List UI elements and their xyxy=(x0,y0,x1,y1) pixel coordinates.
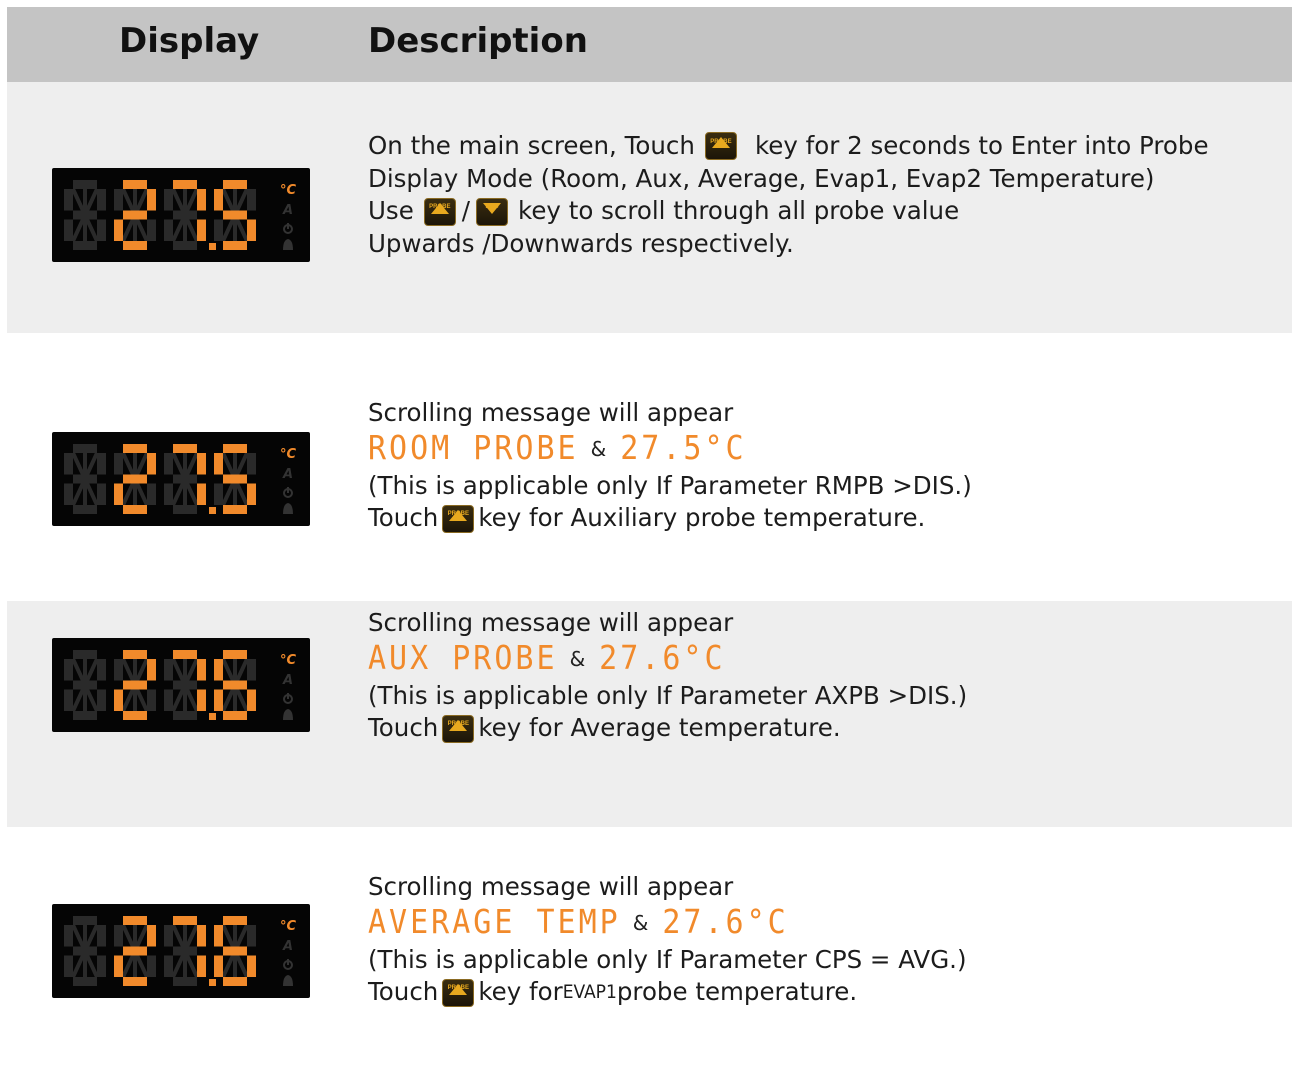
description-text: Touch xyxy=(368,503,439,533)
lcd-display: °C A xyxy=(52,432,310,526)
svg-text:°C: °C xyxy=(280,183,297,198)
table-row: °C A Scrolling message will appear ROOM P… xyxy=(7,333,1292,601)
svg-text:A: A xyxy=(282,673,293,688)
description-text: probe temperature. xyxy=(616,977,858,1007)
ampersand: & xyxy=(590,437,607,462)
display-column-header: Display xyxy=(119,21,260,61)
evap1-label: EVAP1 xyxy=(562,981,617,1004)
table-row: °C A On the main screen, Touch PROBE key … xyxy=(7,82,1292,333)
description-text: key for xyxy=(478,977,563,1007)
description-text: Touch xyxy=(368,713,439,743)
description-text: key for 2 seconds to Enter into Probe xyxy=(754,131,1209,160)
description-text: Scrolling message will appear xyxy=(368,398,734,427)
svg-text:A: A xyxy=(282,467,293,482)
description-text: On the main screen, Touch xyxy=(368,131,695,160)
segment-value: 27.6°C xyxy=(662,903,789,942)
segment-message: ROOM PROBE xyxy=(368,429,579,468)
row-description: Scrolling message will appear AUX PROBE … xyxy=(368,607,967,745)
probe-up-key-icon: PROBE xyxy=(704,132,737,161)
table-row: °C A Scrolling message will appear AUX PR… xyxy=(7,601,1292,827)
probe-up-key-icon: PROBE xyxy=(442,714,475,743)
description-text: key for Auxiliary probe temperature. xyxy=(478,503,926,533)
probe-up-key-icon: PROBE xyxy=(442,504,475,533)
svg-text:A: A xyxy=(282,939,293,954)
lcd-display: °C A xyxy=(52,638,310,732)
description-text: key for Average temperature. xyxy=(478,713,841,743)
probe-up-key-icon: PROBE xyxy=(442,978,475,1007)
row-description: Scrolling message will appear AVERAGE TE… xyxy=(368,871,967,1009)
description-text: key to scroll through all probe value xyxy=(518,196,960,226)
svg-text:°C: °C xyxy=(280,653,297,668)
segment-message: AVERAGE TEMP xyxy=(368,903,621,942)
description-text: Scrolling message will appear xyxy=(368,872,734,901)
row-description: Scrolling message will appear ROOM PROBE… xyxy=(368,397,972,535)
description-column-header: Description xyxy=(368,21,588,61)
description-text: Use xyxy=(368,196,414,226)
svg-text:°C: °C xyxy=(280,447,297,462)
segment-value: 27.6°C xyxy=(599,639,726,678)
lcd-display: °C A xyxy=(52,904,310,998)
svg-text:A: A xyxy=(282,203,293,218)
ampersand: & xyxy=(632,911,649,936)
row-description: On the main screen, Touch PROBE key for … xyxy=(368,130,1209,261)
separator: / xyxy=(461,196,471,226)
segment-value: 27.5°C xyxy=(620,429,747,468)
description-text: Touch xyxy=(368,977,439,1007)
svg-text:°C: °C xyxy=(280,919,297,934)
description-text: Upwards /Downwards respectively. xyxy=(368,229,794,259)
probe-display-table: Display Description °C A On the main scre… xyxy=(7,7,1292,1081)
ampersand: & xyxy=(569,647,586,672)
table-header: Display Description xyxy=(7,7,1292,82)
table-row: °C A Scrolling message will appear AVERAG… xyxy=(7,827,1292,1081)
description-text: Scrolling message will appear xyxy=(368,608,734,637)
prg-down-key-icon: PRG xyxy=(476,197,509,226)
segment-message: AUX PROBE xyxy=(368,639,558,678)
probe-up-key-icon: PROBE xyxy=(423,197,456,226)
lcd-display: °C A xyxy=(52,168,310,262)
